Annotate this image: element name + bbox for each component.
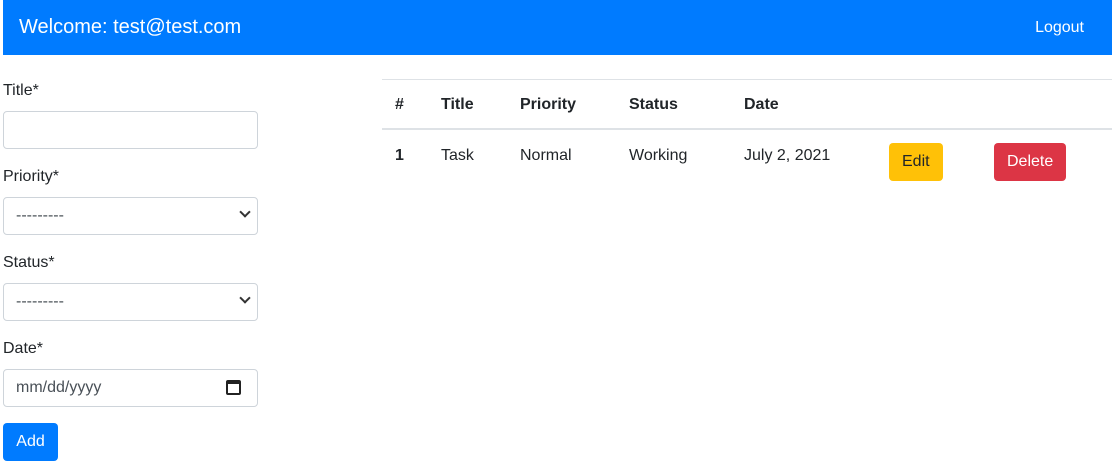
chevron-down-icon [239,206,251,218]
table-row: 1 Task Normal Working July 2, 2021 Edit … [382,130,1112,190]
status-label: Status* [3,254,55,271]
cell-date: July 2, 2021 [744,147,831,164]
header-status: Status [629,96,678,113]
add-button[interactable]: Add [3,423,58,461]
status-select[interactable]: --------- [3,283,258,321]
header-title: Title [441,96,474,113]
header-priority: Priority [520,96,577,113]
welcome-text: Welcome: test@test.com [19,16,242,38]
delete-button[interactable]: Delete [994,143,1067,181]
calendar-icon[interactable] [226,380,241,395]
logout-link[interactable]: Logout [1035,19,1084,37]
table-header: # Title Priority Status Date [382,80,1112,130]
priority-label: Priority* [3,168,60,185]
tasks-table: # Title Priority Status Date 1 Task Norm… [382,79,1112,190]
edit-button[interactable]: Edit [889,143,943,181]
chevron-down-icon [239,292,251,304]
date-label: Date* [3,340,44,357]
header-num: # [395,96,404,113]
cell-title: Task [441,147,474,164]
title-input[interactable] [3,111,258,149]
date-placeholder: mm/dd/yyyy [16,379,102,396]
cell-num: 1 [395,147,404,164]
cell-status: Working [629,147,688,164]
status-value: --------- [16,293,64,310]
cell-priority: Normal [520,147,572,164]
priority-value: --------- [16,207,64,224]
date-input[interactable]: mm/dd/yyyy [3,369,258,407]
navbar: Welcome: test@test.com Logout [3,0,1112,55]
header-date: Date [744,96,779,113]
priority-select[interactable]: --------- [3,197,258,235]
title-label: Title* [3,82,39,99]
